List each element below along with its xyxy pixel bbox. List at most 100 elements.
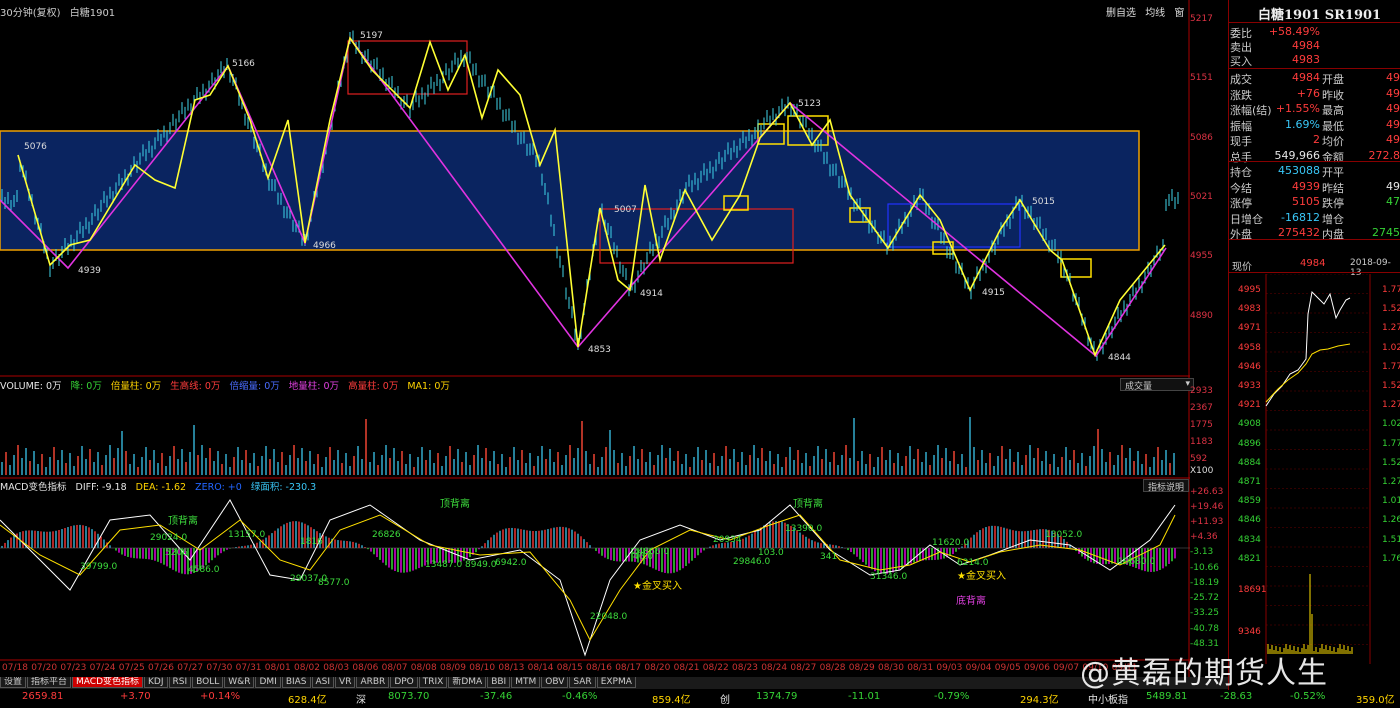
watermark: @黄磊的期货人生 bbox=[1080, 656, 1328, 691]
x-date-label: 09/06 bbox=[1024, 663, 1050, 673]
chart-title: 30分钟(复权) 白糖1901 bbox=[0, 4, 115, 19]
x-date-label: 08/03 bbox=[323, 663, 350, 673]
main-chart-svg[interactable]: 5076 5166 5197 4939 4966 5123 5007 4914 … bbox=[0, 0, 1228, 705]
price-tick: 4890 bbox=[1190, 311, 1213, 321]
macd-number: 29846.0 bbox=[733, 557, 771, 567]
tab-indicator[interactable]: KDJ bbox=[144, 677, 168, 688]
window-button[interactable]: 窗 bbox=[1174, 8, 1184, 19]
quote-row: 卖出 4984 bbox=[1230, 39, 1320, 54]
macd-number: 11620.0 bbox=[932, 538, 970, 548]
x-date-label: 08/08 bbox=[410, 663, 437, 673]
x-date-label: 08/27 bbox=[790, 663, 817, 673]
index-value[interactable]: 2659.81 bbox=[22, 691, 63, 702]
macd-number: 341 bbox=[820, 552, 838, 562]
tab-indicator[interactable]: DMI bbox=[255, 677, 281, 688]
level-label: 5007 bbox=[614, 205, 637, 215]
x-date-label: 08/23 bbox=[732, 663, 758, 673]
tab-indicator[interactable]: RSI bbox=[168, 677, 192, 688]
tab-indicator[interactable]: MACD变色指标 bbox=[72, 677, 144, 688]
period-label[interactable]: 30分钟(复权) bbox=[0, 8, 61, 19]
x-date-label: 08/17 bbox=[615, 663, 642, 673]
level-label: 4915 bbox=[982, 288, 1005, 298]
tab-indicator[interactable]: 设置 bbox=[0, 677, 27, 688]
status-bar: 2659.81 +3.70 +0.14% 628.4亿 深 8073.70 -3… bbox=[0, 690, 1400, 706]
cy-value[interactable]: 1374.79 bbox=[756, 691, 797, 702]
x-date-label: 08/10 bbox=[469, 663, 496, 673]
zx-amount: 359.0亿 bbox=[1356, 695, 1395, 706]
x-date-label: 08/06 bbox=[352, 663, 379, 673]
tab-indicator[interactable]: SAR bbox=[569, 677, 596, 688]
x-date-label: 07/30 bbox=[206, 663, 233, 673]
macd-number: 4586.0 bbox=[188, 565, 220, 575]
x-date-label: 07/18 bbox=[2, 663, 28, 673]
macd-note: ★金叉买入 bbox=[957, 571, 1006, 582]
cy-label: 创 bbox=[720, 695, 730, 706]
index-pct: +0.14% bbox=[200, 691, 241, 702]
macd-number: 20934 bbox=[713, 535, 742, 545]
sz-value[interactable]: 8073.70 bbox=[388, 691, 429, 702]
x-date-label: 08/01 bbox=[264, 663, 291, 673]
macd-label[interactable]: MACD变色指标 bbox=[0, 482, 66, 493]
macd-number: 19680.0 bbox=[1118, 557, 1156, 567]
x-date-label: 09/07 bbox=[1053, 663, 1080, 673]
sz-label: 深 bbox=[356, 695, 366, 706]
sz-amount: 859.4亿 bbox=[652, 695, 691, 706]
macd-number: 29024.0 bbox=[150, 533, 188, 543]
top-buttons: 删自选 均线 窗 bbox=[1106, 4, 1190, 19]
indicator-help-button[interactable]: 指标说明 bbox=[1143, 479, 1189, 493]
x-date-label: 08/20 bbox=[644, 663, 671, 673]
tab-indicator[interactable]: ARBR bbox=[356, 677, 390, 688]
tab-indicator[interactable]: EXPMA bbox=[596, 677, 636, 688]
macd-number: 46.0 bbox=[633, 552, 654, 562]
macd-number: 13052.0 bbox=[1045, 530, 1083, 540]
macd-note: 底背离 bbox=[956, 596, 986, 607]
volume-item: 生高线: 0万 bbox=[170, 381, 221, 392]
tab-indicator[interactable]: BBI bbox=[487, 677, 511, 688]
tab-indicator[interactable]: MTM bbox=[511, 677, 541, 688]
macd-number: 6942.0 bbox=[495, 558, 527, 568]
current-label: 现价 bbox=[1232, 262, 1252, 273]
tab-indicator[interactable]: 指标平台 bbox=[27, 677, 72, 688]
macd-number: 8949.0 bbox=[465, 560, 497, 570]
level-label: 4966 bbox=[313, 241, 336, 251]
macd-number: 5206 bbox=[165, 548, 188, 558]
price-tick: 5086 bbox=[1190, 133, 1213, 143]
x-date-label: 09/04 bbox=[965, 663, 992, 673]
quote-row: 现手 2 均价 49 bbox=[1230, 133, 1400, 148]
level-label: 4853 bbox=[588, 345, 611, 355]
price-tick: 5217 bbox=[1190, 14, 1213, 24]
tab-indicator[interactable]: OBV bbox=[541, 677, 569, 688]
indicator-tabs: 设置 指标平台 MACD变色指标 KDJ RSI BOLL W&R DMI BIAS ASI VR A… bbox=[0, 677, 1228, 689]
x-axis-dates: 07/18 07/20 07/23 07/24 07/25 07/26 07/27 07/30… bbox=[0, 663, 1190, 675]
price-tick: 4955 bbox=[1190, 251, 1213, 261]
macd-number: 13157.0 bbox=[228, 530, 266, 540]
x-date-label: 08/24 bbox=[761, 663, 788, 673]
tab-indicator[interactable]: VR bbox=[335, 677, 356, 688]
x-date-label: 07/27 bbox=[177, 663, 204, 673]
x-date-label: 07/31 bbox=[235, 663, 262, 673]
ma-button[interactable]: 均线 bbox=[1145, 8, 1165, 19]
tab-indicator[interactable]: BOLL bbox=[192, 677, 224, 688]
current-value: 4984 bbox=[1300, 258, 1326, 269]
x-date-label: 07/26 bbox=[148, 663, 174, 673]
tab-indicator[interactable]: DPO bbox=[390, 677, 418, 688]
tab-indicator[interactable]: W&R bbox=[224, 677, 255, 688]
quote-row: 涨幅(结) +1.55% 最高 49 bbox=[1230, 102, 1400, 117]
tab-indicator[interactable]: ASI bbox=[311, 677, 335, 688]
tab-indicator[interactable]: BIAS bbox=[281, 677, 311, 688]
x-date-label: 09/05 bbox=[994, 663, 1021, 673]
x-date-label: 08/21 bbox=[673, 663, 700, 673]
volume-item: 地量柱: 0万 bbox=[288, 381, 340, 392]
remove-watchlist-button[interactable]: 删自选 bbox=[1106, 8, 1136, 19]
volume-item: 倍缩量: 0万 bbox=[229, 381, 280, 392]
tab-indicator[interactable]: TRIX bbox=[418, 677, 448, 688]
zx-value[interactable]: 5489.81 bbox=[1146, 691, 1187, 702]
macd-note: 顶背离 bbox=[793, 499, 823, 510]
tab-indicator[interactable]: 新DMA bbox=[448, 677, 487, 688]
consolidation-zone bbox=[0, 130, 1140, 251]
volume-dropdown[interactable]: 成交量 ▾ bbox=[1120, 378, 1194, 392]
level-label: 4844 bbox=[1108, 353, 1131, 363]
x-date-label: 09/03 bbox=[936, 663, 963, 673]
index-change: +3.70 bbox=[120, 691, 151, 702]
main-chart-area[interactable]: 5076 5166 5197 4939 4966 5123 5007 4914 … bbox=[0, 0, 1228, 705]
